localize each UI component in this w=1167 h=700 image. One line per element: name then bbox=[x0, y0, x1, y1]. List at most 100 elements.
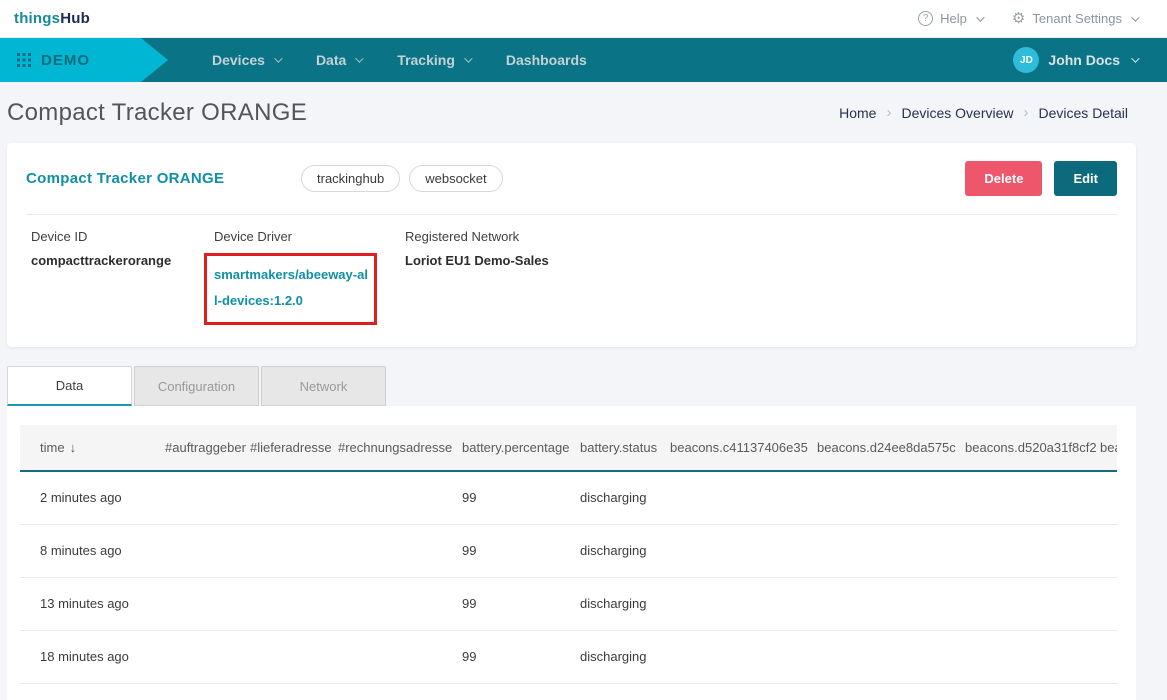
tag-websocket[interactable]: websocket bbox=[409, 165, 502, 192]
edit-button[interactable]: Edit bbox=[1054, 161, 1117, 196]
column-header-beacons-d24ee8da575c[interactable]: beacons.d24ee8da575c bbox=[797, 425, 945, 471]
table-cell: 8 minutes ago bbox=[20, 524, 145, 577]
table-cell bbox=[318, 683, 442, 700]
gear-icon: ⚙ bbox=[1012, 11, 1025, 26]
table-cell bbox=[797, 471, 945, 524]
column-header-beacons-d520a31f8cf2[interactable]: beacons.d520a31f8cf2 bbox=[945, 425, 1080, 471]
column-header-rechnungsadresse[interactable]: #rechnungsadresse bbox=[318, 425, 442, 471]
table-cell: 99 bbox=[442, 471, 560, 524]
table-row[interactable]: 8 minutes ago 99discharging bbox=[20, 524, 1117, 577]
column-header-battery-percentage[interactable]: battery.percentage bbox=[442, 425, 560, 471]
table-cell bbox=[318, 577, 442, 630]
logo-part-hub: Hub bbox=[60, 10, 90, 27]
table-cell bbox=[945, 630, 1080, 683]
device-driver-link[interactable]: smartmakers/abeeway-all-devices:1.2.0 bbox=[214, 262, 368, 314]
table-cell bbox=[318, 630, 442, 683]
nav-item-dashboards[interactable]: Dashboards bbox=[506, 52, 587, 68]
data-table-wrap: time↓#auftraggeber#lieferadresse#rechnun… bbox=[20, 425, 1117, 700]
device-id-value: compacttrackerorange bbox=[31, 253, 214, 268]
tenant-settings-menu[interactable]: ⚙ Tenant Settings bbox=[1012, 11, 1137, 26]
table-cell: 13 minutes ago bbox=[20, 577, 145, 630]
breadcrumb-devices-overview[interactable]: Devices Overview bbox=[901, 105, 1013, 121]
table-cell bbox=[650, 524, 797, 577]
table-cell bbox=[945, 524, 1080, 577]
delete-button[interactable]: Delete bbox=[965, 161, 1042, 196]
table-cell bbox=[230, 524, 318, 577]
field-label: Registered Network bbox=[405, 229, 549, 244]
table-cell bbox=[945, 471, 1080, 524]
user-name: John Docs bbox=[1048, 52, 1120, 68]
breadcrumb-separator: › bbox=[886, 104, 891, 121]
table-cell: 99 bbox=[442, 524, 560, 577]
table-cell bbox=[797, 630, 945, 683]
field-device-driver: Device Driver smartmakers/abeeway-all-de… bbox=[214, 229, 405, 325]
table-cell bbox=[797, 577, 945, 630]
tab-configuration[interactable]: Configuration bbox=[134, 366, 259, 406]
table-cell: 24 minutes ago bbox=[20, 683, 145, 700]
page-head: Compact Tracker ORANGE Home › Devices Ov… bbox=[0, 82, 1167, 143]
tenant-switcher[interactable]: DEMO bbox=[0, 38, 168, 82]
table-cell: discharging bbox=[560, 577, 650, 630]
nav-item-tracking[interactable]: Tracking bbox=[397, 52, 470, 68]
table-row[interactable]: 24 minutes ago99discharging bbox=[20, 683, 1117, 700]
tag-trackinghub[interactable]: trackinghub bbox=[301, 165, 400, 192]
table-cell: discharging bbox=[560, 471, 650, 524]
table-cell bbox=[650, 577, 797, 630]
table-cell bbox=[318, 471, 442, 524]
tab-data[interactable]: Data bbox=[7, 366, 132, 406]
breadcrumb-devices-detail: Devices Detail bbox=[1039, 105, 1128, 121]
user-menu[interactable]: JD John Docs bbox=[1013, 47, 1137, 73]
table-cell bbox=[230, 577, 318, 630]
column-header-beacons-c41137406e35[interactable]: beacons.c41137406e35 bbox=[650, 425, 797, 471]
column-header-battery-status[interactable]: battery.status bbox=[560, 425, 650, 471]
field-label: Device ID bbox=[31, 229, 214, 244]
nav-item-label: Tracking bbox=[397, 52, 455, 68]
table-cell bbox=[145, 683, 230, 700]
data-table: time↓#auftraggeber#lieferadresse#rechnun… bbox=[20, 425, 1117, 700]
tab-network[interactable]: Network bbox=[261, 366, 386, 406]
help-icon: ? bbox=[918, 11, 933, 26]
chevron-down-icon bbox=[355, 54, 363, 62]
nav-item-label: Devices bbox=[212, 52, 265, 68]
avatar: JD bbox=[1013, 47, 1039, 73]
table-cell bbox=[145, 524, 230, 577]
sort-descending-icon: ↓ bbox=[70, 440, 77, 455]
table-cell bbox=[1080, 524, 1117, 577]
table-row[interactable]: 13 minutes ago 99discharging bbox=[20, 577, 1117, 630]
nav-item-devices[interactable]: Devices bbox=[212, 52, 280, 68]
detail-tabs: Data Configuration Network bbox=[7, 366, 1167, 406]
table-cell bbox=[650, 630, 797, 683]
table-cell: discharging bbox=[560, 524, 650, 577]
nav-item-data[interactable]: Data bbox=[316, 52, 361, 68]
breadcrumb-home[interactable]: Home bbox=[839, 105, 876, 121]
app-logo[interactable]: thingsHub bbox=[14, 10, 90, 27]
chevron-down-icon bbox=[1131, 54, 1139, 62]
red-highlight-box: smartmakers/abeeway-all-devices:1.2.0 bbox=[204, 253, 377, 325]
table-cell bbox=[230, 471, 318, 524]
table-cell bbox=[1080, 683, 1117, 700]
table-cell bbox=[230, 630, 318, 683]
help-menu[interactable]: ? Help bbox=[918, 11, 982, 26]
logo-part-things: things bbox=[14, 10, 60, 27]
nav-item-label: Data bbox=[316, 52, 346, 68]
table-cell: discharging bbox=[560, 630, 650, 683]
tenant-name: DEMO bbox=[41, 52, 90, 69]
table-cell: discharging bbox=[560, 683, 650, 700]
table-cell bbox=[145, 577, 230, 630]
device-name: Compact Tracker ORANGE bbox=[26, 170, 301, 187]
table-cell bbox=[945, 683, 1080, 700]
column-header-auftraggeber[interactable]: #auftraggeber bbox=[145, 425, 230, 471]
main-navbar: DEMO Devices Data Tracking Dashboards JD… bbox=[0, 38, 1167, 82]
breadcrumb: Home › Devices Overview › Devices Detail bbox=[839, 104, 1128, 121]
column-header-time[interactable]: time↓ bbox=[20, 425, 145, 471]
field-device-id: Device ID compacttrackerorange bbox=[31, 229, 214, 325]
table-row[interactable]: 18 minutes ago99discharging bbox=[20, 630, 1117, 683]
table-cell bbox=[230, 683, 318, 700]
table-body: 2 minutes ago99discharging8 minutes ago 9… bbox=[20, 471, 1117, 700]
table-cell: 99 bbox=[442, 577, 560, 630]
chevron-down-icon bbox=[464, 54, 472, 62]
table-row[interactable]: 2 minutes ago99discharging bbox=[20, 471, 1117, 524]
topbar: thingsHub ? Help ⚙ Tenant Settings bbox=[0, 0, 1167, 38]
table-cell bbox=[145, 471, 230, 524]
table-cell bbox=[650, 683, 797, 700]
